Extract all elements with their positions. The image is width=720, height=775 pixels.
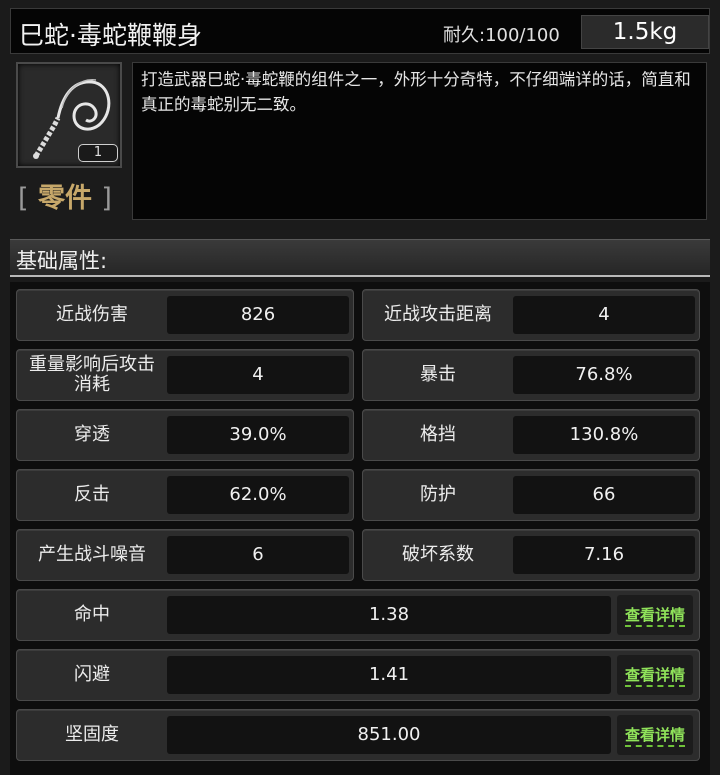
stat-block: 格挡 130.8%: [362, 409, 700, 461]
stat-weight-attack-cost: 重量影响后攻击消耗 4: [16, 349, 354, 401]
item-header: 巳蛇·毒蛇鞭鞭身 耐久:100/100 1.5kg: [10, 8, 710, 54]
stat-value: 39.0%: [167, 416, 349, 454]
view-details-button[interactable]: 查看详情: [617, 715, 693, 755]
stat-accuracy: 命中 1.38 查看详情: [16, 589, 700, 641]
stat-label: 命中: [74, 604, 110, 625]
stat-value: 62.0%: [167, 476, 349, 514]
stat-label: 近战攻击距离: [384, 304, 492, 325]
stat-value: 7.16: [513, 536, 695, 574]
weight-display: 1.5kg: [581, 15, 709, 49]
stat-penetration: 穿透 39.0%: [16, 409, 354, 461]
stat-label: 闪避: [74, 664, 110, 685]
stat-value: 66: [513, 476, 695, 514]
stat-melee-range: 近战攻击距离 4: [362, 289, 700, 341]
item-category: [ 零件 ]: [18, 176, 112, 215]
view-details-label: 查看详情: [624, 666, 685, 687]
stat-value: 851.00: [167, 716, 611, 754]
stats-panel: 近战伤害 826 近战攻击距离 4 重量影响后攻击消耗 4 暴击 76.8% 穿…: [10, 282, 710, 775]
stat-label: 破坏系数: [402, 544, 474, 565]
stat-evasion: 闪避 1.41 查看详情: [16, 649, 700, 701]
stat-value: 1.38: [167, 596, 611, 634]
stat-durability: 坚固度 851.00 查看详情: [16, 709, 700, 761]
stat-critical: 暴击 76.8%: [362, 349, 700, 401]
item-icon-slot[interactable]: 1: [16, 62, 122, 168]
stat-label: 坚固度: [65, 724, 119, 745]
stat-label: 穿透: [74, 424, 110, 445]
stat-value: 826: [167, 296, 349, 334]
view-details-label: 查看详情: [624, 606, 685, 627]
stat-melee-damage: 近战伤害 826: [16, 289, 354, 341]
stat-value: 76.8%: [513, 356, 695, 394]
stat-value: 130.8%: [513, 416, 695, 454]
stat-value: 4: [513, 296, 695, 334]
stat-label: 近战伤害: [56, 304, 128, 325]
stat-label: 重量影响后攻击消耗: [29, 354, 155, 395]
stat-combat-noise: 产生战斗噪音 6: [16, 529, 354, 581]
view-details-button[interactable]: 查看详情: [617, 595, 693, 635]
section-title: 基础属性:: [16, 249, 108, 273]
stat-destruction-factor: 破坏系数 7.16: [362, 529, 700, 581]
view-details-button[interactable]: 查看详情: [617, 655, 693, 695]
stat-value: 6: [167, 536, 349, 574]
item-count-badge: 1: [78, 144, 118, 162]
stat-label: 格挡: [420, 424, 456, 445]
stat-value: 1.41: [167, 656, 611, 694]
category-bracket-right: ]: [101, 183, 112, 214]
category-label: 零件: [37, 183, 92, 214]
durability-text: 耐久:100/100: [443, 25, 560, 46]
category-bracket-left: [: [18, 183, 29, 214]
view-details-label: 查看详情: [624, 726, 685, 747]
item-description: 打造武器巳蛇·毒蛇鞭的组件之一，外形十分奇特，不仔细端详的话，简直和真正的毒蛇别…: [132, 62, 707, 220]
stat-label: 反击: [74, 484, 110, 505]
stat-label: 暴击: [420, 364, 456, 385]
stat-label: 产生战斗噪音: [38, 544, 146, 565]
stat-label: 防护: [420, 484, 456, 505]
section-header: 基础属性:: [10, 239, 710, 277]
item-name: 巳蛇·毒蛇鞭鞭身: [19, 21, 202, 50]
stat-protection: 防护 66: [362, 469, 700, 521]
stat-counter: 反击 62.0%: [16, 469, 354, 521]
stat-value: 4: [167, 356, 349, 394]
